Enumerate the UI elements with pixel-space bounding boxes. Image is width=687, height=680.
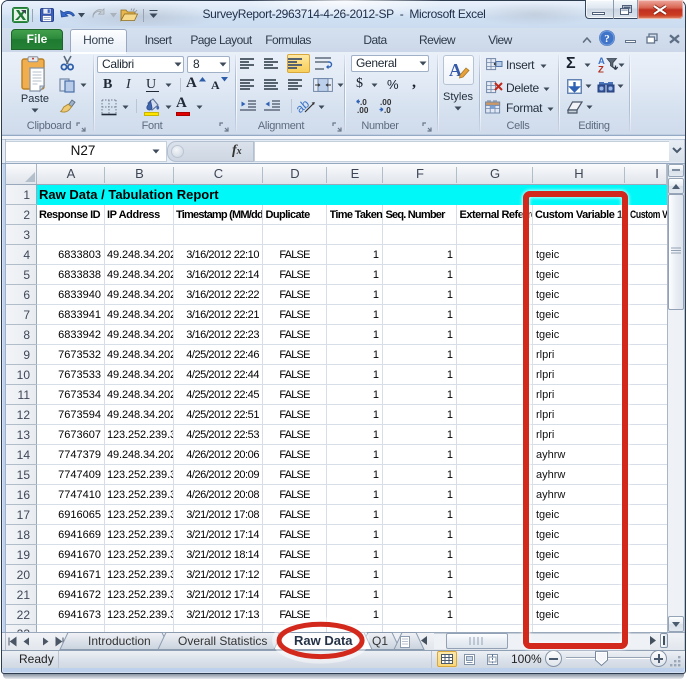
svg-text:.00: .00 bbox=[357, 106, 369, 115]
svg-text:?: ? bbox=[604, 33, 610, 45]
svg-text:.0: .0 bbox=[384, 106, 391, 115]
svg-text:Z: Z bbox=[598, 65, 604, 76]
